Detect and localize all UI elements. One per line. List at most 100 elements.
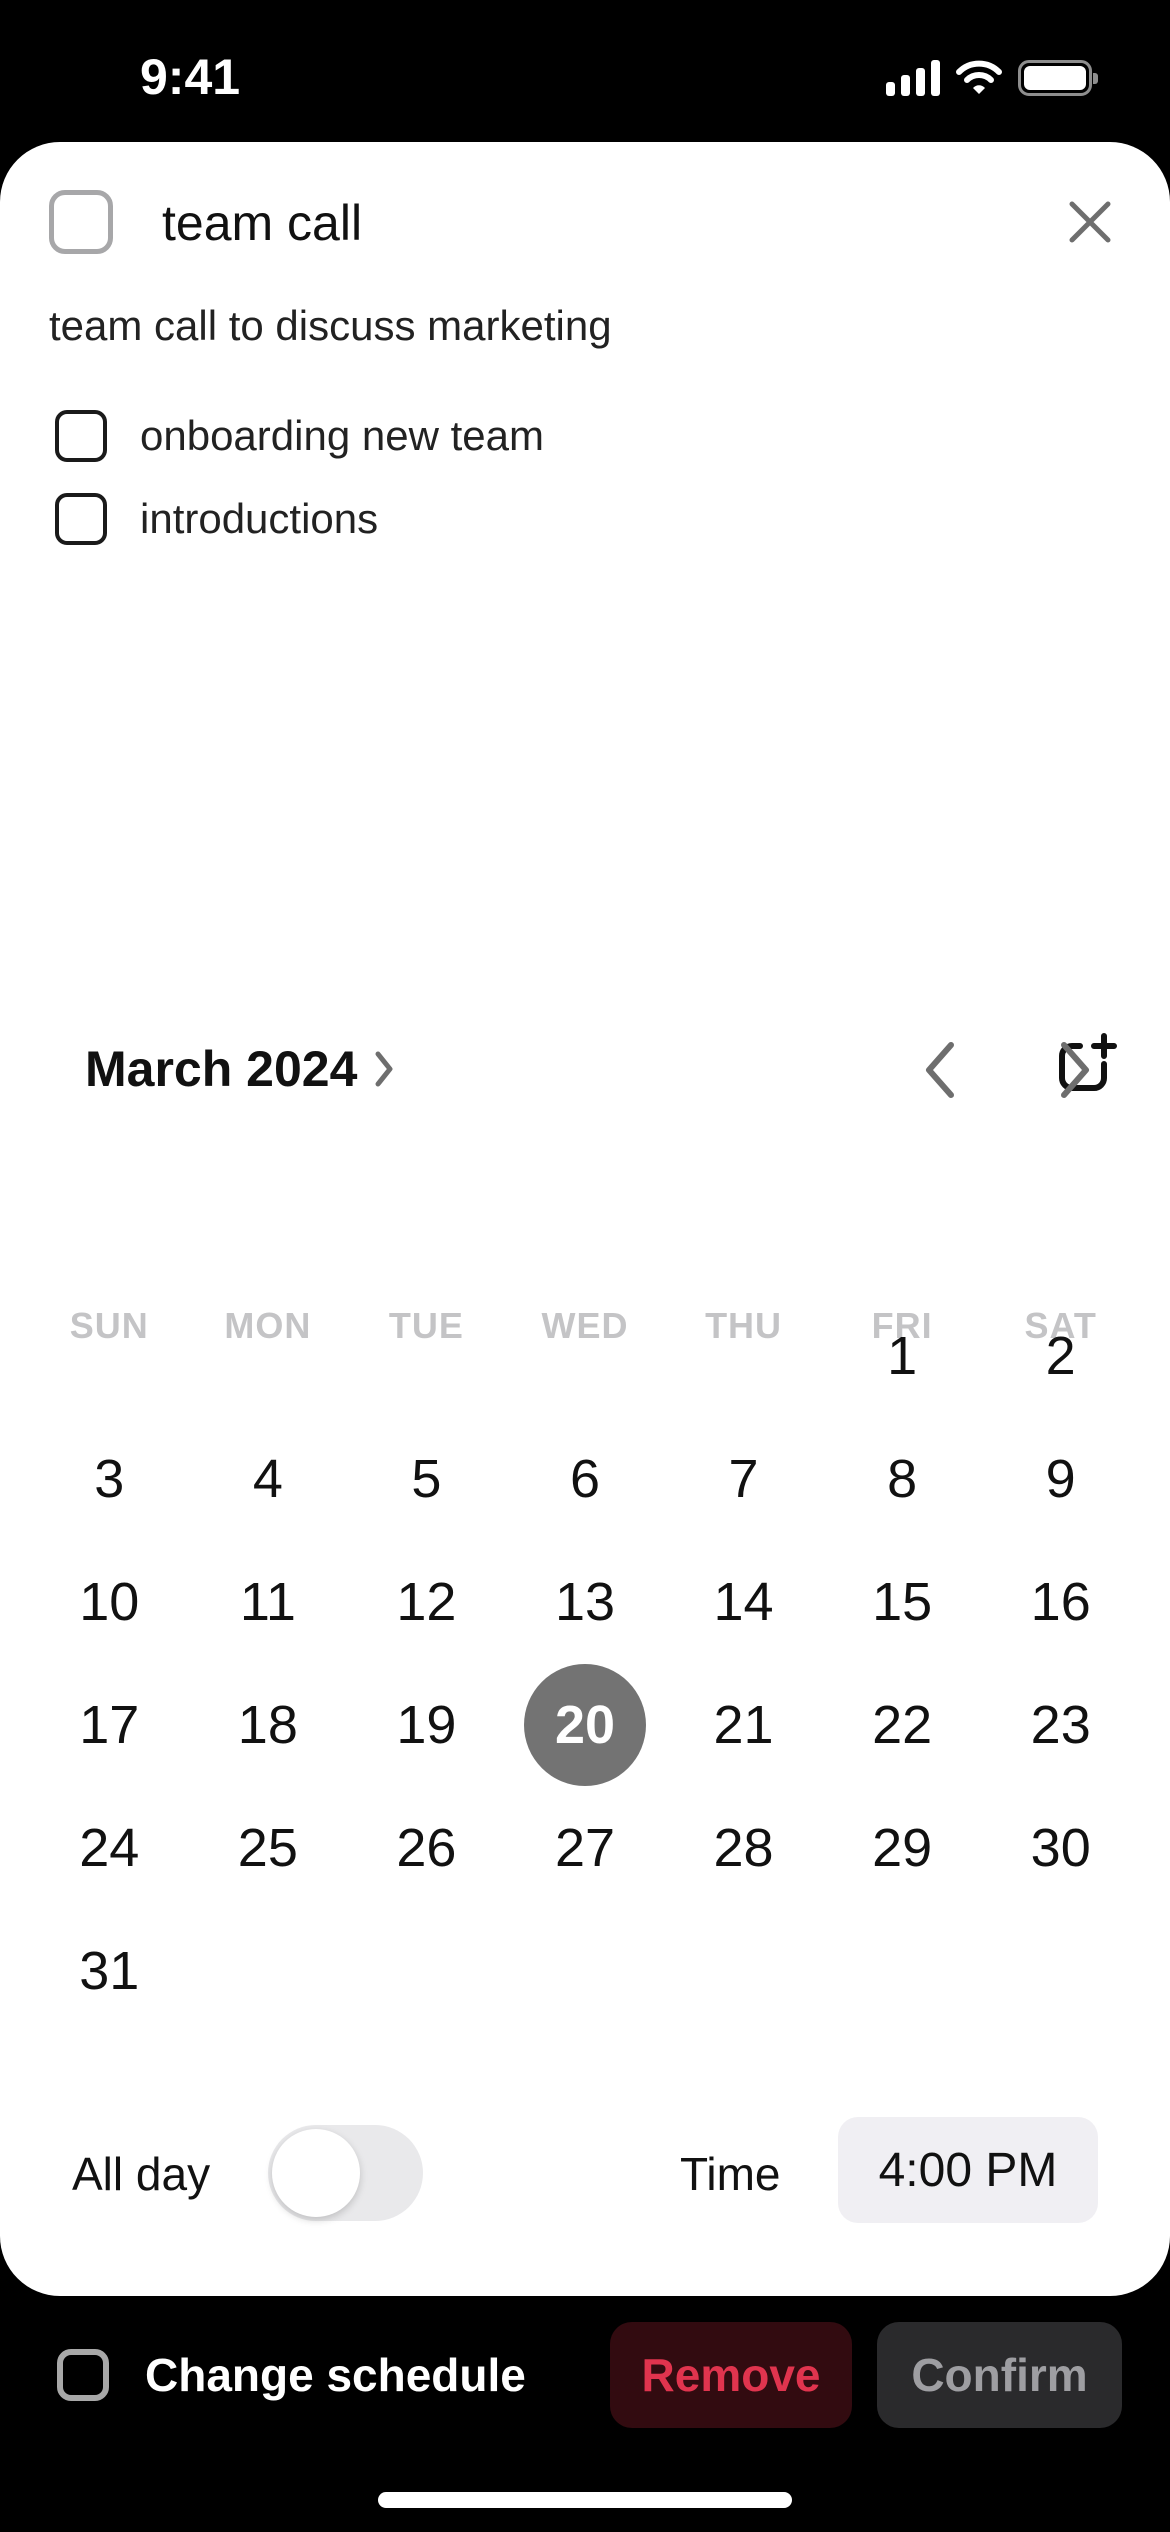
previous-month-button[interactable]: [905, 1030, 975, 1110]
day-number: 15: [872, 1571, 933, 1632]
calendar-day[interactable]: 24: [30, 1786, 189, 1909]
day-number: 5: [411, 1448, 442, 1509]
day-number: 25: [237, 1817, 298, 1878]
calendar-day[interactable]: 2: [981, 1294, 1140, 1417]
calendar-day[interactable]: 10: [30, 1540, 189, 1663]
calendar-day[interactable]: 8: [823, 1417, 982, 1540]
subtask-label: introductions: [140, 495, 379, 542]
calendar-day[interactable]: 21: [664, 1663, 823, 1786]
home-indicator[interactable]: [378, 2492, 792, 2508]
subtask-checkbox[interactable]: [55, 410, 107, 462]
chevron-right-icon: [375, 1051, 393, 1087]
change-schedule-label[interactable]: Change schedule: [145, 2348, 526, 2402]
day-number: 28: [713, 1817, 774, 1878]
month-picker-button[interactable]: March 2024: [85, 1040, 395, 1098]
change-schedule-checkbox[interactable]: [57, 2349, 109, 2401]
day-number: 20: [523, 1663, 646, 1786]
status-icons: [886, 58, 1098, 98]
calendar-day[interactable]: 16: [981, 1540, 1140, 1663]
calendar-day[interactable]: 1: [823, 1294, 982, 1417]
task-complete-checkbox[interactable]: [49, 190, 113, 254]
calendar-day[interactable]: 27: [506, 1786, 665, 1909]
task-description[interactable]: team call to discuss marketing: [49, 302, 612, 350]
day-number: 22: [872, 1694, 933, 1755]
calendar-day[interactable]: 12: [347, 1540, 506, 1663]
calendar-day[interactable]: 11: [189, 1540, 348, 1663]
day-number: 9: [1045, 1448, 1076, 1509]
day-number: 31: [79, 1940, 140, 2001]
calendar-day[interactable]: 25: [189, 1786, 348, 1909]
calendar-day[interactable]: 3: [30, 1417, 189, 1540]
toggle-knob: [272, 2129, 360, 2217]
calendar-day[interactable]: 5: [347, 1417, 506, 1540]
calendar-day[interactable]: 22: [823, 1663, 982, 1786]
day-number: 1: [887, 1325, 918, 1386]
calendar-day[interactable]: 4: [189, 1417, 348, 1540]
day-number: 4: [252, 1448, 283, 1509]
day-number: 3: [94, 1448, 125, 1509]
calendar-day[interactable]: 6: [506, 1417, 665, 1540]
calendar-day[interactable]: 23: [981, 1663, 1140, 1786]
calendar-header: March 2024: [85, 1030, 1089, 1110]
calendar-day[interactable]: 19: [347, 1663, 506, 1786]
cellular-signal-icon: [886, 60, 940, 96]
wifi-icon: [956, 60, 1002, 94]
calendar-day[interactable]: 26: [347, 1786, 506, 1909]
close-button[interactable]: [1066, 198, 1114, 246]
calendar-day[interactable]: 13: [506, 1540, 665, 1663]
task-header: team call: [0, 142, 1170, 312]
calendar-day[interactable]: 14: [664, 1540, 823, 1663]
calendar-day[interactable]: 17: [30, 1663, 189, 1786]
calendar-day[interactable]: 29: [823, 1786, 982, 1909]
day-number: 26: [396, 1817, 457, 1878]
calendar-day[interactable]: 15: [823, 1540, 982, 1663]
all-day-label: All day: [72, 2148, 211, 2200]
day-number: 13: [554, 1571, 616, 1632]
day-number: 30: [1030, 1817, 1091, 1878]
task-title[interactable]: team call: [162, 194, 362, 252]
day-number: 8: [887, 1448, 918, 1509]
day-number: 11: [239, 1571, 296, 1632]
calendar-empty-cell: [506, 1294, 665, 1417]
bottom-action-bar: Change schedule Remove Confirm: [0, 2320, 1170, 2430]
day-number: 16: [1030, 1571, 1091, 1632]
subtask-item[interactable]: onboarding new team: [55, 408, 544, 464]
calendar-day-grid: 1 2 3 4 5 6 7 8 9 10 11 12 13 14 15 16 17 18 19 20 21 22 23 24 2…: [30, 1294, 1140, 2032]
day-number: 23: [1030, 1694, 1091, 1755]
close-icon: [1069, 201, 1111, 243]
chevron-left-icon: [926, 1042, 954, 1098]
remove-button[interactable]: Remove: [610, 2322, 852, 2428]
day-number: 7: [728, 1448, 759, 1509]
next-month-button[interactable]: [1040, 1030, 1110, 1110]
calendar-day-selected[interactable]: 20: [506, 1663, 665, 1786]
subtask-label: onboarding new team: [140, 412, 544, 459]
subtask-item[interactable]: introductions: [55, 491, 378, 547]
day-number: 27: [554, 1817, 616, 1878]
calendar-empty-cell: [664, 1294, 823, 1417]
schedule-options-row: All day Time 4:00 PM: [0, 2117, 1170, 2227]
calendar-day[interactable]: 31: [30, 1909, 189, 2032]
calendar-empty-cell: [30, 1294, 189, 1417]
day-number: 17: [79, 1694, 140, 1755]
status-time: 9:41: [140, 49, 241, 105]
confirm-button[interactable]: Confirm: [877, 2322, 1122, 2428]
day-number: 10: [79, 1571, 140, 1632]
day-number: 14: [713, 1571, 774, 1632]
time-label: Time: [680, 2148, 781, 2200]
calendar-day[interactable]: 7: [664, 1417, 823, 1540]
day-number: 2: [1045, 1325, 1076, 1386]
calendar-day[interactable]: 28: [664, 1786, 823, 1909]
battery-icon: [1018, 60, 1098, 96]
day-number: 6: [569, 1448, 600, 1509]
day-number: 19: [396, 1694, 457, 1755]
subtask-checkbox[interactable]: [55, 493, 107, 545]
day-number: 29: [872, 1817, 933, 1878]
month-label: March 2024: [85, 1041, 358, 1097]
time-picker-button[interactable]: 4:00 PM: [838, 2117, 1098, 2223]
calendar-day[interactable]: 9: [981, 1417, 1140, 1540]
all-day-toggle[interactable]: [268, 2125, 423, 2221]
calendar-day[interactable]: 30: [981, 1786, 1140, 1909]
status-bar: 9:41: [0, 0, 1170, 140]
day-number: 18: [237, 1694, 298, 1755]
calendar-day[interactable]: 18: [189, 1663, 348, 1786]
